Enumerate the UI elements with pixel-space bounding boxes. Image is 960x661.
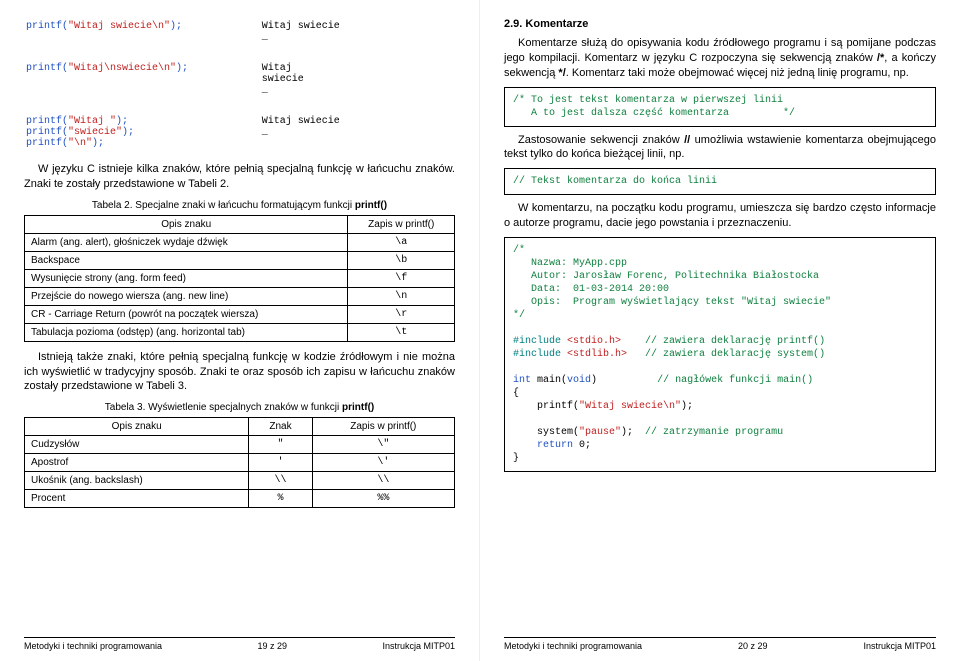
footer-title: Metodyki i techniki programowania	[24, 641, 162, 651]
table-row: CR - Carriage Return (powrót na początek…	[25, 305, 455, 323]
th: Zapis w printf()	[312, 418, 454, 436]
footer-doc: Instrukcja MITP01	[863, 641, 936, 651]
example-output: Witaj swiecie_	[262, 115, 453, 150]
page-left: printf("Witaj swiecie\n"); Witaj swiecie…	[0, 0, 480, 661]
table-row: Cudzysłów"\"	[25, 436, 455, 454]
th: Opis znaku	[25, 215, 348, 233]
paragraph: W komentarzu, na początku kodu programu,…	[504, 201, 936, 231]
th: Znak	[249, 418, 312, 436]
table-row: Alarm (ang. alert), głośniczek wydaje dź…	[25, 233, 455, 251]
table-row: Backspace\b	[25, 251, 455, 269]
table-row: Przejście do nowego wiersza (ang. new li…	[25, 287, 455, 305]
example-code: printf("Witaj ");printf("swiecie");print…	[26, 115, 260, 150]
footer-doc: Instrukcja MITP01	[382, 641, 455, 651]
example-output: Witaj swiecie_	[262, 20, 453, 44]
paragraph: Komentarze służą do opisywania kodu źród…	[504, 36, 936, 81]
paragraph: W języku C istnieje kilka znaków, które …	[24, 162, 455, 192]
table-row: Wysunięcie strony (ang. form feed)\f	[25, 269, 455, 287]
table-row: Apostrof'\'	[25, 454, 455, 472]
example-code: printf("Witaj swiecie\n");	[26, 20, 260, 44]
paragraph: Istnieją także znaki, które pełnią specj…	[24, 350, 455, 395]
section-heading: 2.9. Komentarze	[504, 18, 936, 30]
th: Opis znaku	[25, 418, 249, 436]
content-right: 2.9. Komentarze Komentarze służą do opis…	[504, 18, 936, 637]
table-row: Tabulacja pozioma (odstęp) (ang. horizon…	[25, 323, 455, 341]
footer-left: Metodyki i techniki programowania 19 z 2…	[24, 637, 455, 651]
code-block-main: /* Nazwa: MyApp.cpp Autor: Jarosław Fore…	[504, 237, 936, 472]
code-examples: printf("Witaj swiecie\n"); Witaj swiecie…	[24, 18, 455, 152]
example-code: printf("Witaj\nswiecie\n");	[26, 62, 260, 97]
table-caption: Tabela 2. Specjalne znaki w łańcuchu for…	[24, 200, 455, 211]
content-left: printf("Witaj swiecie\n"); Witaj swiecie…	[24, 18, 455, 637]
table-3: Opis znaku Znak Zapis w printf() Cudzysł…	[24, 417, 455, 508]
footer-page: 19 z 29	[258, 641, 288, 651]
footer-right: Metodyki i techniki programowania 20 z 2…	[504, 637, 936, 651]
footer-title: Metodyki i techniki programowania	[504, 641, 642, 651]
table-row: Procent%%%	[25, 490, 455, 508]
th: Zapis w printf()	[348, 215, 455, 233]
table-row: Ukośnik (ang. backslash)\\\\	[25, 472, 455, 490]
footer-page: 20 z 29	[738, 641, 768, 651]
paragraph: Zastosowanie sekwencji znaków // umożliw…	[504, 133, 936, 163]
page-right: 2.9. Komentarze Komentarze służą do opis…	[480, 0, 960, 661]
code-block: /* To jest tekst komentarza w pierwszej …	[504, 87, 936, 127]
table-caption: Tabela 3. Wyświetlenie specjalnych znakó…	[24, 402, 455, 413]
code-block: // Tekst komentarza do końca linii	[504, 168, 936, 195]
example-output: Witajswiecie_	[262, 62, 453, 97]
table-2: Opis znaku Zapis w printf() Alarm (ang. …	[24, 215, 455, 342]
